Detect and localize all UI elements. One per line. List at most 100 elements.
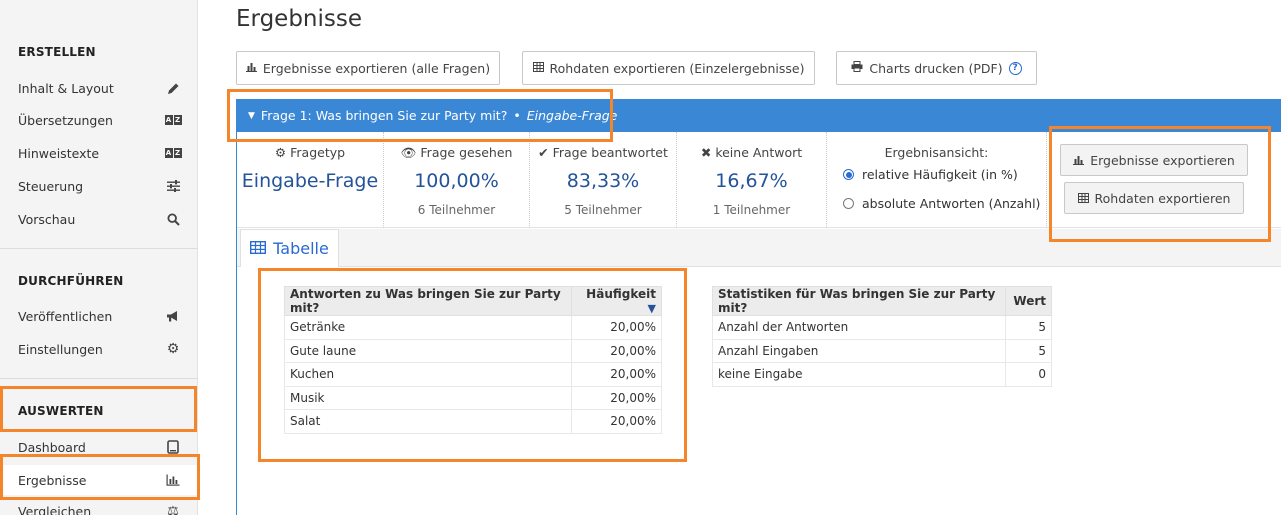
gear-icon: ⚙ [274,145,287,160]
column-header-frequency[interactable]: Häufigkeit ▼ [571,286,662,316]
radio-button[interactable] [843,198,854,209]
section-durchfuehren: DURCHFÜHREN [18,274,124,288]
sidebar-item-label: Hinweistexte [18,145,100,161]
question-export-button[interactable]: Ergebnisse exportieren [1060,144,1248,176]
sidebar-item-label: Inhalt & Layout [18,80,114,96]
sidebar-item-hinweistexte[interactable]: Hinweistexte AZ [0,138,197,168]
eye-icon: 👁 [400,145,417,160]
bar-chart-icon [245,62,257,75]
table-row: Musik 20,00% [284,385,662,410]
value-cell: 5 [1005,338,1052,363]
translate-icon: AZ [164,115,182,125]
stat-value: 100,00% [414,170,499,192]
column-header-answer[interactable]: Antworten zu Was bringen Sie zur Party m… [284,286,572,316]
answer-cell: Salat [284,409,572,434]
section-auswerten: AUSWERTEN [18,404,104,418]
table-header-row: Statistiken für Was bringen Sie zur Part… [712,286,1052,316]
help-icon[interactable]: ? [1008,61,1022,75]
stat-value: 83,33% [566,170,640,192]
result-view-label: Ergebnisansicht: [884,145,989,160]
statistic-cell: keine Eingabe [712,362,1006,387]
question-type: Eingabe-Frage [526,108,618,123]
sidebar-item-steuerung[interactable]: Steuerung [0,171,197,201]
check-icon: ✔ [538,145,549,160]
question-bullet: • [513,108,521,123]
stat-no-answer: ✖ keine Antwort 16,67% 1 Teilnehmer [677,132,827,228]
sidebar-item-einstellungen[interactable]: Einstellungen ⚙ [0,334,197,364]
stat-sub: 1 Teilnehmer [712,203,791,217]
stat-label: Frage beantwortet [552,145,668,160]
frequency-cell: 20,00% [571,385,662,410]
table-row: Kuchen 20,00% [284,362,662,387]
column-header-statistic: Statistiken für Was bringen Sie zur Part… [712,286,1006,316]
answer-cell: Getränke [284,315,572,340]
sidebar: ERSTELLEN Inhalt & Layout Übersetzungen … [0,0,198,515]
translate-icon: AZ [164,148,182,158]
stat-label: Fragetyp [290,145,346,160]
print-charts-button[interactable]: Charts drucken (PDF) ? [836,51,1037,85]
section-erstellen: ERSTELLEN [18,45,96,59]
frequency-cell: 20,00% [571,362,662,387]
bar-chart-icon [165,472,181,488]
stat-label: keine Antwort [715,145,803,160]
stat-sub: 5 Teilnehmer [564,203,642,217]
sidebar-divider [0,378,197,379]
sidebar-divider [0,248,197,249]
sidebar-item-veroeffentlichen[interactable]: Veröffentlichen [0,301,197,331]
radio-label: relative Häufigkeit (in %) [862,167,1018,182]
frequency-cell: 20,00% [571,315,662,340]
sidebar-item-uebersetzungen[interactable]: Übersetzungen AZ [0,105,197,135]
search-icon [165,211,181,227]
question-stats: ⚙ Fragetyp Eingabe-Frage 👁 Frage gesehen… [237,132,1281,228]
sidebar-item-inhalt-layout[interactable]: Inhalt & Layout [0,73,197,103]
stat-value: Eingabe-Frage [241,170,379,192]
page-title: Ergebnisse [236,6,363,32]
chevron-down-icon: ▼ [248,110,255,121]
stat-seen: 👁 Frage gesehen 100,00% 6 Teilnehmer [384,132,530,228]
radio-relative[interactable]: relative Häufigkeit (in %) [843,167,1018,182]
answer-cell: Kuchen [284,362,572,387]
sidebar-item-label: Vorschau [18,211,76,227]
scale-icon: ⚖ [167,503,179,515]
table-icon [250,239,267,258]
table-row: Anzahl der Antworten 5 [712,315,1052,340]
sidebar-item-label: Dashboard [18,439,86,455]
tab-tabelle[interactable]: Tabelle [240,229,339,267]
stat-answered: ✔ Frage beantwortet 83,33% 5 Teilnehmer [530,132,677,228]
export-all-label: Ergebnisse exportieren (alle Fragen) [262,60,491,76]
sidebar-item-dashboard[interactable]: Dashboard [0,432,197,462]
sidebar-item-label: Ergebnisse [18,472,87,488]
sidebar-item-label: Übersetzungen [18,112,113,128]
sidebar-item-label: Veröffentlichen [18,308,113,324]
tab-label: Tabelle [273,239,329,258]
stat-sub: 6 Teilnehmer [417,203,496,217]
answer-cell: Musik [284,385,572,410]
sidebar-item-vergleichen[interactable]: Vergleichen ⚖ [0,496,197,515]
statistic-cell: Anzahl der Antworten [712,315,1006,340]
sliders-icon [165,178,181,194]
question-raw-export-label: Rohdaten exportieren [1094,190,1231,206]
question-header[interactable]: ▼ Frage 1: Was bringen Sie zur Party mit… [236,99,1281,132]
question-raw-export-button[interactable]: Rohdaten exportieren [1064,182,1244,214]
sidebar-item-ergebnisse[interactable]: Ergebnisse [0,465,197,495]
stat-question-type: ⚙ Fragetyp Eingabe-Frage [237,132,384,228]
sidebar-item-vorschau[interactable]: Vorschau [0,204,197,234]
export-all-button[interactable]: Ergebnisse exportieren (alle Fragen) [236,51,500,85]
radio-absolute[interactable]: absolute Antworten (Anzahl) [843,196,1040,211]
export-raw-button[interactable]: Rohdaten exportieren (Einzelergebnisse) [522,51,815,85]
frequency-cell: 20,00% [571,338,662,363]
table-row: Anzahl Eingaben 5 [712,338,1052,363]
statistic-cell: Anzahl Eingaben [712,338,1006,363]
table-header-row: Antworten zu Was bringen Sie zur Party m… [284,286,662,316]
gear-icon: ⚙ [166,341,180,357]
question-title: Frage 1: Was bringen Sie zur Party mit? [260,108,508,123]
answer-cell: Gute laune [284,338,572,363]
cross-icon: ✖ [700,145,712,160]
answers-table: Antworten zu Was bringen Sie zur Party m… [284,286,662,434]
sidebar-item-label: Steuerung [18,178,84,194]
print-charts-label: Charts drucken (PDF) [869,60,1003,76]
table-row: Salat 20,00% [284,409,662,434]
sidebar-item-label: Vergleichen [18,503,92,515]
table-row: Gute laune 20,00% [284,338,662,363]
radio-button-selected[interactable] [843,169,854,180]
